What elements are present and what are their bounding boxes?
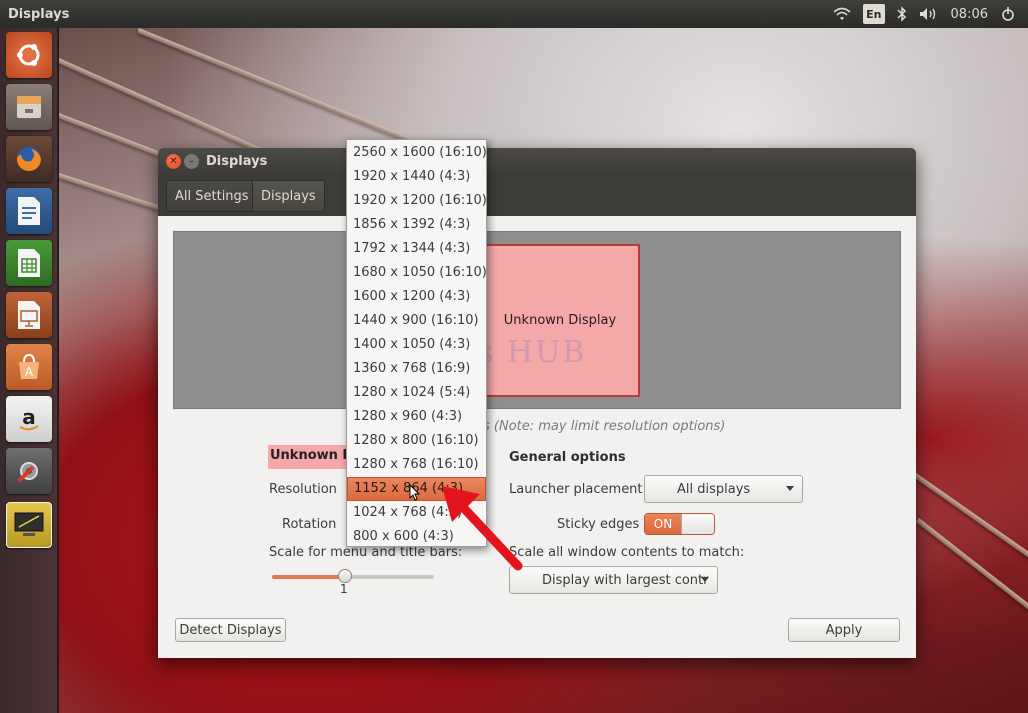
amazon-icon[interactable]: a: [6, 396, 52, 442]
resolution-option[interactable]: 1792 x 1344 (4:3): [347, 237, 486, 261]
sticky-edges-toggle[interactable]: ON: [644, 513, 715, 535]
resolution-option[interactable]: 1856 x 1392 (4:3): [347, 213, 486, 237]
scale-slider-fill: [272, 575, 344, 579]
resolution-option[interactable]: 1600 x 1200 (4:3): [347, 285, 486, 309]
launcher-placement-value: All displays: [677, 481, 751, 497]
displays-app-icon[interactable]: [6, 502, 52, 548]
resolution-dropdown-menu[interactable]: 2560 x 1600 (16:10) 1920 x 1440 (4:3) 1920…: [346, 139, 487, 547]
resolution-option[interactable]: 1280 x 1024 (5:4): [347, 381, 486, 405]
sticky-edges-label: Sticky edges: [557, 517, 640, 532]
wallpaper-guitar-string: [915, 518, 1028, 646]
settings-toolbar: All Settings Displays: [158, 176, 916, 216]
breadcrumb-displays[interactable]: Displays: [252, 180, 325, 212]
system-settings-icon[interactable]: [6, 448, 52, 494]
clock[interactable]: 08:06: [951, 7, 988, 22]
detect-displays-button[interactable]: Detect Displays: [175, 618, 286, 642]
displays-window: ✕ – Displays All Settings Displays Unkno…: [158, 148, 916, 658]
resolution-option[interactable]: 1280 x 960 (4:3): [347, 405, 486, 429]
resolution-option[interactable]: 1920 x 1200 (16:10): [347, 189, 487, 213]
resolution-option[interactable]: 1400 x 1050 (4:3): [347, 333, 486, 357]
bluetooth-icon[interactable]: [897, 4, 907, 24]
scale-all-combo[interactable]: Display with largest contr: [509, 566, 718, 594]
impress-icon[interactable]: [6, 292, 52, 338]
breadcrumb-all-settings[interactable]: All Settings: [166, 180, 258, 212]
top-panel: Displays En 08:06: [0, 0, 1028, 28]
resolution-option[interactable]: 1280 x 800 (16:10): [347, 429, 486, 453]
apply-button[interactable]: Apply: [788, 618, 900, 642]
display-arrangement-area[interactable]: Unknown Display: [173, 231, 901, 409]
keyboard-language-indicator[interactable]: En: [863, 4, 885, 24]
resolution-option[interactable]: 800 x 600 (4:3): [347, 525, 486, 549]
resolution-option[interactable]: 1152 x 864 (4:3): [347, 477, 486, 501]
scale-all-label: Scale all window contents to match:: [509, 545, 745, 560]
launcher-placement-label: Launcher placement: [509, 482, 643, 497]
toggle-on-text: ON: [645, 514, 681, 534]
resolution-option[interactable]: 1360 x 768 (16:9): [347, 357, 486, 381]
chevron-down-icon: [786, 486, 794, 491]
launcher-placement-combo[interactable]: All displays: [644, 475, 803, 503]
software-center-icon[interactable]: A: [6, 344, 52, 390]
chevron-down-icon: [701, 577, 709, 582]
files-icon[interactable]: [6, 84, 52, 130]
wifi-icon[interactable]: [833, 4, 851, 24]
resolution-option[interactable]: 1920 x 1440 (4:3): [347, 165, 486, 189]
firefox-icon[interactable]: [6, 136, 52, 182]
settings-gear-icon[interactable]: [1000, 4, 1016, 24]
launcher: A a: [0, 28, 58, 713]
resolution-option[interactable]: 1440 x 900 (16:10): [347, 309, 486, 333]
window-minimize-button[interactable]: –: [184, 154, 199, 169]
scale-slider-value: 1: [340, 582, 348, 596]
resolution-option[interactable]: 1024 x 768 (4:3): [347, 501, 486, 525]
system-tray: En 08:06: [833, 0, 1016, 28]
scale-slider-handle[interactable]: [338, 569, 352, 583]
general-options-heading: General options: [509, 450, 626, 465]
window-titlebar[interactable]: ✕ – Displays: [158, 148, 916, 176]
resolution-label: Resolution: [269, 482, 337, 497]
toggle-handle[interactable]: [681, 514, 714, 534]
monitor-preview[interactable]: Unknown Display: [460, 244, 640, 397]
writer-icon[interactable]: [6, 188, 52, 234]
monitor-preview-label: Unknown Display: [503, 313, 617, 328]
scale-slider[interactable]: [272, 569, 434, 583]
resolution-note: s (Note: may limit resolution options): [483, 419, 726, 434]
top-panel-app-title: Displays: [8, 7, 70, 22]
resolution-option[interactable]: 1280 x 768 (16:10): [347, 453, 486, 477]
rotation-label: Rotation: [282, 517, 337, 532]
svg-text:A: A: [25, 365, 34, 379]
svg-text:a: a: [22, 405, 36, 429]
resolution-option[interactable]: 2560 x 1600 (16:10): [347, 141, 487, 165]
resolution-option[interactable]: 1680 x 1050 (16:10): [347, 261, 487, 285]
scale-all-value: Display with largest contr: [542, 572, 709, 588]
ubuntu-dash-icon[interactable]: [6, 32, 52, 78]
window-title: Displays: [206, 154, 268, 169]
volume-icon[interactable]: [919, 4, 939, 24]
window-close-button[interactable]: ✕: [166, 154, 181, 169]
display-name-label: Unknown Di: [268, 445, 358, 469]
calc-icon[interactable]: [6, 240, 52, 286]
